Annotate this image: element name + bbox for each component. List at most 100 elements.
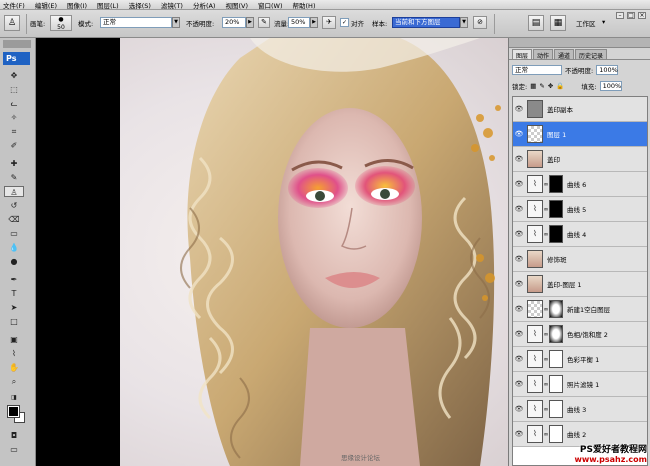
visibility-eye-icon[interactable]: 👁 (513, 405, 525, 413)
fill-input[interactable]: 100% (599, 81, 622, 91)
menu-item[interactable]: 滤镜(T) (161, 0, 183, 10)
brushes-panel-icon[interactable]: ▤ (528, 15, 544, 31)
shape-tool-icon[interactable]: □ (4, 316, 24, 327)
menu-item[interactable]: 帮助(H) (293, 0, 316, 10)
visibility-eye-icon[interactable]: 👁 (513, 305, 525, 313)
eraser-tool-icon[interactable]: ⌫ (4, 214, 24, 225)
lock-transparency-icon[interactable]: ▦ (530, 82, 536, 90)
layer-row[interactable]: 👁 ∞ 新建1空白图层 (513, 297, 647, 322)
layer-mask-thumbnail[interactable] (549, 200, 563, 218)
visibility-eye-icon[interactable]: 👁 (513, 330, 525, 338)
lasso-tool-icon[interactable]: ᓚ (4, 98, 24, 109)
panel-tab[interactable]: 通道 (554, 49, 575, 60)
layer-row[interactable]: 👁 ⌇ ∞ 照片滤镜 1 (513, 372, 647, 397)
align-checkbox[interactable]: ✓ (340, 18, 349, 27)
workspace-button[interactable]: 工作区 (576, 18, 596, 28)
layer-row[interactable]: 👁 盖印-图层 1 (513, 272, 647, 297)
sample-select[interactable]: 当前和下方图层 (392, 17, 460, 28)
brush-picker[interactable]: ● 50 (50, 15, 72, 31)
healing-brush-icon[interactable]: ✚ (4, 158, 24, 169)
layer-row[interactable]: 👁 ⌇ ∞ 曲线 4 (513, 222, 647, 247)
hand-tool-icon[interactable]: ✋ (4, 362, 24, 373)
mode-dropdown-icon[interactable]: ▼ (172, 17, 180, 28)
magic-wand-tool-icon[interactable]: ✧ (4, 112, 24, 123)
layer-mask-thumbnail[interactable] (549, 300, 563, 318)
lock-paint-icon[interactable]: ✎ (539, 82, 544, 90)
notes-tool-icon[interactable]: ▣ (4, 334, 24, 345)
menu-item[interactable]: 分析(A) (193, 0, 216, 10)
layer-mask-thumbnail[interactable] (549, 175, 563, 193)
layer-row[interactable]: 👁 ⌇ ∞ 曲线 3 (513, 397, 647, 422)
layer-row[interactable]: 👁 修饰斑 (513, 247, 647, 272)
maximize-icon[interactable]: □ (627, 12, 635, 19)
layer-mask-thumbnail[interactable] (549, 425, 563, 443)
minimize-icon[interactable]: – (616, 12, 624, 19)
lock-move-icon[interactable]: ✥ (548, 82, 553, 90)
dodge-tool-icon[interactable]: ● (4, 256, 24, 267)
airbrush-toggle-icon[interactable]: ✈ (322, 16, 336, 29)
ignore-adjustment-icon[interactable]: ⊘ (473, 16, 487, 29)
blur-tool-icon[interactable]: 💧 (4, 242, 24, 253)
visibility-eye-icon[interactable]: 👁 (513, 130, 525, 138)
close-icon[interactable]: × (638, 12, 646, 19)
panel-tab[interactable]: 图层 (512, 49, 533, 60)
sample-dropdown-icon[interactable]: ▼ (460, 17, 468, 28)
layer-row[interactable]: 👁 ⌇ ∞ 色彩平衡 1 (513, 347, 647, 372)
menu-item[interactable]: 选择(S) (129, 0, 151, 10)
pen-tool-icon[interactable]: ✒ (4, 274, 24, 285)
workspace-dropdown-icon[interactable]: ▾ (602, 18, 605, 26)
panel-title-bar[interactable] (509, 38, 650, 48)
menu-item[interactable]: 窗口(W) (258, 0, 283, 10)
foreground-color-swatch[interactable] (7, 405, 20, 418)
lock-all-icon[interactable]: 🔒 (556, 82, 564, 90)
visibility-eye-icon[interactable]: 👁 (513, 230, 525, 238)
menu-item[interactable]: 编辑(E) (35, 0, 57, 10)
visibility-eye-icon[interactable]: 👁 (513, 205, 525, 213)
type-tool-icon[interactable]: T (4, 288, 24, 299)
layer-row[interactable]: 👁 盖印副本 (513, 97, 647, 122)
layer-mask-thumbnail[interactable] (549, 325, 563, 343)
visibility-eye-icon[interactable]: 👁 (513, 380, 525, 388)
dock-icon[interactable]: ▦ (550, 15, 566, 31)
opacity-input[interactable]: 20% (222, 17, 246, 28)
visibility-eye-icon[interactable]: 👁 (513, 155, 525, 163)
visibility-eye-icon[interactable]: 👁 (513, 430, 525, 438)
clone-stamp-tool-icon[interactable]: ♙ (4, 15, 20, 31)
panel-tab[interactable]: 历史记录 (575, 49, 608, 60)
document-canvas[interactable]: 思缘设计论坛 (120, 38, 508, 466)
crop-tool-icon[interactable]: ⌗ (4, 126, 24, 137)
layer-mask-thumbnail[interactable] (549, 375, 563, 393)
visibility-eye-icon[interactable]: 👁 (513, 180, 525, 188)
move-tool-icon[interactable]: ✥ (4, 70, 24, 81)
quick-mask-icon[interactable]: ◘ (4, 430, 24, 441)
layer-opacity-input[interactable]: 100% (596, 65, 619, 75)
mode-select[interactable]: 正常 (100, 17, 172, 28)
layer-row[interactable]: 👁 ⌇ ∞ 曲线 6 (513, 172, 647, 197)
opacity-dropdown-icon[interactable]: ▶ (246, 17, 254, 28)
eyedropper-tool-icon[interactable]: ⌇ (4, 348, 24, 359)
layer-mask-thumbnail[interactable] (549, 350, 563, 368)
zoom-tool-icon[interactable]: ⌕ (4, 376, 24, 387)
visibility-eye-icon[interactable]: 👁 (513, 355, 525, 363)
menu-item[interactable]: 视图(V) (225, 0, 248, 10)
gradient-tool-icon[interactable]: ▭ (4, 228, 24, 239)
layer-mask-thumbnail[interactable] (549, 225, 563, 243)
clone-stamp-tool-icon[interactable]: ♙ (4, 186, 24, 197)
brush-tool-icon[interactable]: ✎ (4, 172, 24, 183)
visibility-eye-icon[interactable]: 👁 (513, 280, 525, 288)
marquee-tool-icon[interactable]: ⬚ (4, 84, 24, 95)
flow-input[interactable]: 50% (288, 17, 310, 28)
toolbox-grip[interactable] (3, 40, 31, 48)
default-colors-icon[interactable]: ◨ (4, 392, 24, 403)
history-brush-icon[interactable]: ↺ (4, 200, 24, 211)
panel-tab[interactable]: 动作 (533, 49, 554, 60)
blend-mode-select[interactable]: 正常 (512, 65, 562, 75)
layer-row[interactable]: 👁 图层 1 (513, 122, 647, 147)
flow-dropdown-icon[interactable]: ▶ (310, 17, 318, 28)
layer-row[interactable]: 👁 盖印 (513, 147, 647, 172)
layer-mask-thumbnail[interactable] (549, 400, 563, 418)
visibility-eye-icon[interactable]: 👁 (513, 255, 525, 263)
airbrush-icon[interactable]: ✎ (258, 17, 270, 28)
menu-item[interactable]: 图像(I) (67, 0, 87, 10)
layer-row[interactable]: 👁 ⌇ ∞ 色相/饱和度 2 (513, 322, 647, 347)
